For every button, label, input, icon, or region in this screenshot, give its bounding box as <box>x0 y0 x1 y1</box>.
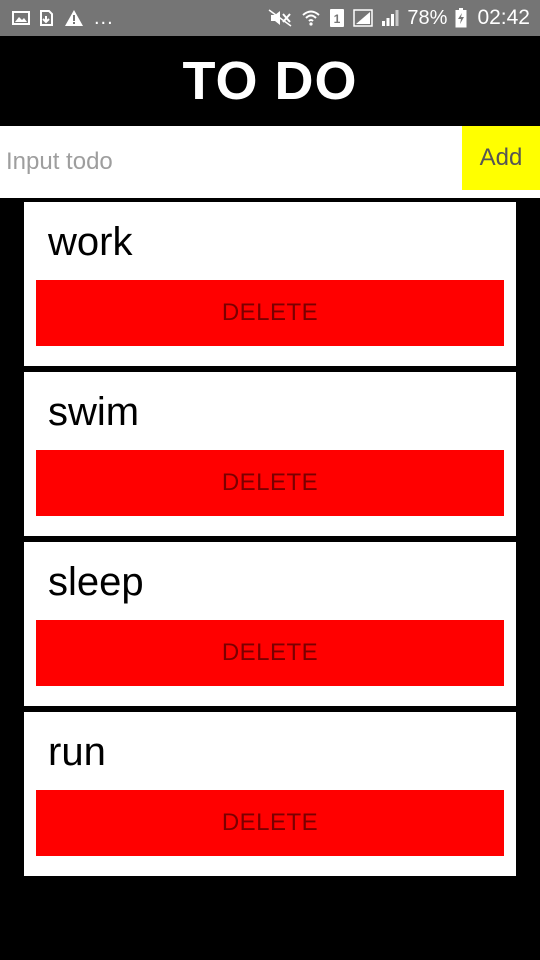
svg-text:1: 1 <box>334 12 341 26</box>
delete-button[interactable]: DELETE <box>36 620 504 686</box>
delete-button[interactable]: DELETE <box>36 280 504 346</box>
mute-icon <box>267 9 293 27</box>
delete-button[interactable]: DELETE <box>36 450 504 516</box>
status-overflow: ... <box>94 7 114 29</box>
download-icon <box>38 9 56 27</box>
delete-button[interactable]: DELETE <box>36 790 504 856</box>
clock: 02:42 <box>477 6 530 29</box>
todo-item-text: swim <box>48 390 140 434</box>
battery-percent: 78% <box>407 6 448 29</box>
todo-item-text: sleep <box>48 560 144 604</box>
image-icon <box>12 10 30 26</box>
warning-icon <box>64 9 84 27</box>
status-bar: ... 1 78% 02:42 <box>0 0 540 36</box>
app-header: TO DO <box>0 36 540 126</box>
add-todo-row: Add <box>0 126 540 198</box>
todo-input[interactable] <box>0 126 462 198</box>
battery-charging-icon <box>455 8 467 28</box>
todo-item: work DELETE <box>24 202 516 366</box>
page-title: TO DO <box>182 51 358 111</box>
signal-icon <box>381 9 399 27</box>
todo-list: work DELETE swim DELETE sleep DELETE run… <box>24 202 516 876</box>
sim1-icon: 1 <box>329 8 345 28</box>
signal-icon <box>353 9 374 27</box>
todo-item: run DELETE <box>24 712 516 876</box>
todo-item-text: work <box>48 220 133 264</box>
todo-item: sleep DELETE <box>24 542 516 706</box>
wifi-icon <box>301 9 321 27</box>
status-bar-right: 1 78% 02:42 <box>267 6 530 30</box>
add-button[interactable]: Add <box>462 126 540 190</box>
status-bar-left: ... <box>12 8 114 28</box>
todo-item-text: run <box>48 730 106 774</box>
todo-item: swim DELETE <box>24 372 516 536</box>
